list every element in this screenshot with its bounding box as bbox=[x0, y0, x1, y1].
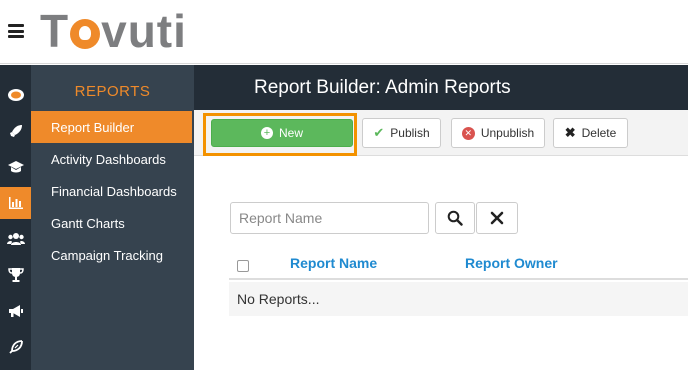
feather-icon[interactable] bbox=[0, 331, 31, 363]
logo-wordmark: Tvuti bbox=[40, 5, 187, 57]
tovuti-logo[interactable]: Tvuti bbox=[40, 5, 187, 57]
trophy-icon[interactable] bbox=[0, 259, 31, 291]
close-icon bbox=[490, 211, 504, 225]
sidebar-item-label: Campaign Tracking bbox=[51, 247, 163, 263]
sidebar-item-label: Gantt Charts bbox=[51, 215, 125, 231]
sidebar-item-financial-dashboards[interactable]: Financial Dashboards bbox=[31, 175, 192, 207]
logo-elephant-mark bbox=[70, 19, 101, 49]
check-icon: ✔ bbox=[373, 125, 385, 140]
sidebar-item-label: Financial Dashboards bbox=[51, 183, 177, 199]
search-icon bbox=[447, 210, 463, 226]
sidebar-item-report-builder[interactable]: Report Builder bbox=[31, 111, 192, 143]
sidebar-item-label: Report Builder bbox=[51, 119, 135, 135]
top-bar: Tvuti bbox=[0, 0, 688, 64]
bar-chart-icon[interactable] bbox=[0, 187, 31, 219]
reports-table-header: Report Name Report Owner bbox=[229, 248, 688, 280]
graduation-cap-icon[interactable] bbox=[0, 151, 31, 183]
reports-sidebar: REPORTS Report Builder Activity Dashboar… bbox=[31, 65, 194, 370]
search-button[interactable] bbox=[435, 202, 475, 234]
home-icon[interactable] bbox=[0, 79, 31, 111]
close-icon: ✖ bbox=[564, 125, 576, 140]
clear-search-button[interactable] bbox=[476, 202, 518, 234]
sidebar-item-gantt-charts[interactable]: Gantt Charts bbox=[31, 207, 192, 239]
new-button-label: New bbox=[278, 126, 303, 140]
unpublish-button-label: Unpublish bbox=[480, 126, 535, 140]
delete-button[interactable]: ✖ Delete bbox=[553, 118, 628, 148]
publish-button-label: Publish bbox=[390, 126, 430, 140]
times-circle-icon: ✕ bbox=[461, 126, 475, 140]
report-name-search-input[interactable] bbox=[230, 202, 429, 234]
rocket-icon[interactable] bbox=[0, 115, 31, 147]
column-header-report-name[interactable]: Report Name bbox=[290, 255, 377, 271]
empty-table-row: No Reports... bbox=[229, 282, 688, 316]
empty-table-message: No Reports... bbox=[237, 291, 320, 307]
page-header: Report Builder: Admin Reports bbox=[194, 65, 688, 110]
delete-button-label: Delete bbox=[581, 126, 617, 140]
sidebar-item-campaign-tracking[interactable]: Campaign Tracking bbox=[31, 239, 192, 271]
users-icon[interactable] bbox=[0, 223, 31, 255]
page-title: Report Builder: Admin Reports bbox=[254, 77, 511, 98]
plus-circle-icon: + bbox=[260, 127, 273, 139]
publish-button[interactable]: ✔ Publish bbox=[362, 118, 441, 148]
megaphone-icon[interactable] bbox=[0, 295, 31, 327]
sidebar-title: REPORTS bbox=[74, 83, 151, 100]
column-header-report-owner[interactable]: Report Owner bbox=[465, 255, 558, 271]
new-button[interactable]: + New bbox=[211, 119, 353, 147]
hamburger-menu-icon[interactable] bbox=[8, 24, 24, 38]
sidebar-item-label: Activity Dashboards bbox=[51, 151, 166, 167]
icon-rail bbox=[0, 65, 31, 370]
sidebar-item-activity-dashboards[interactable]: Activity Dashboards bbox=[31, 143, 192, 175]
select-all-checkbox[interactable] bbox=[237, 260, 249, 272]
unpublish-button[interactable]: ✕ Unpublish bbox=[451, 118, 545, 148]
